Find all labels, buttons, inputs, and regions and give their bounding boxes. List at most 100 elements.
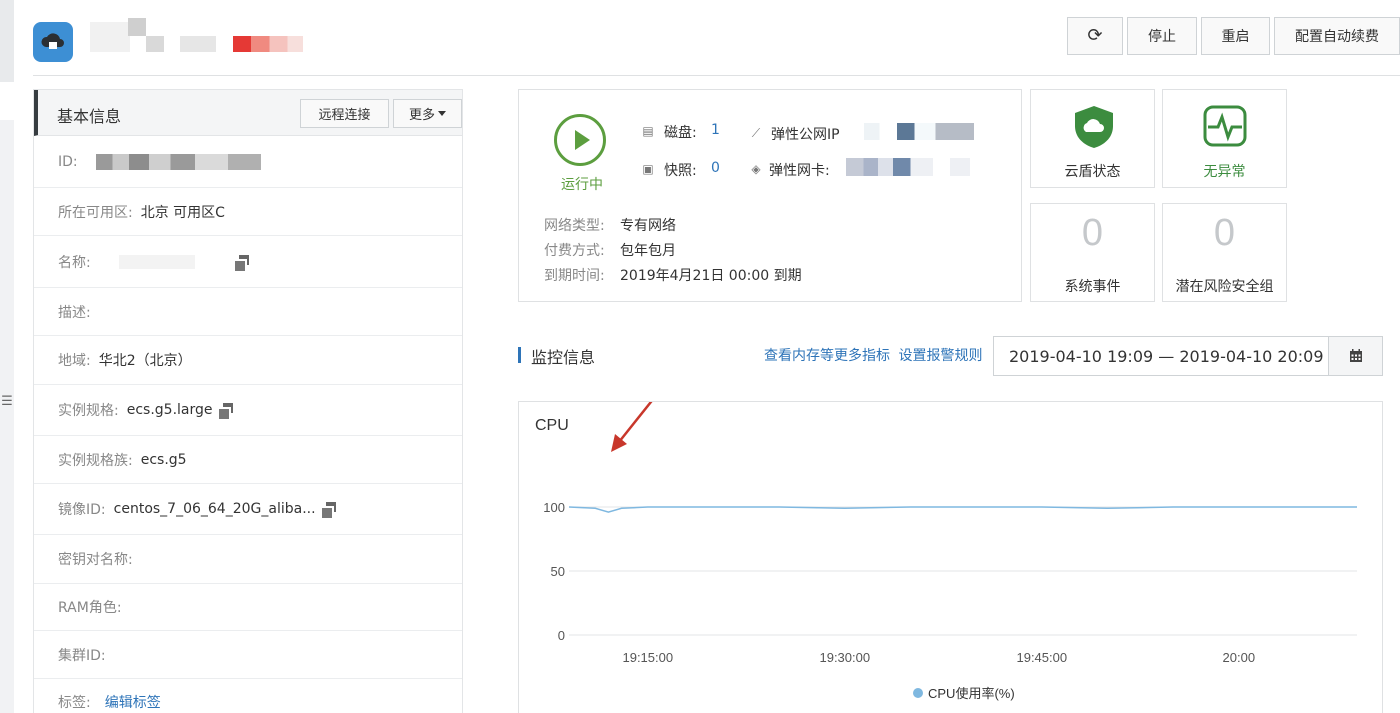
region-label: 地域:: [58, 353, 91, 369]
copy-icon[interactable]: [321, 502, 336, 518]
section-accent-bar: [518, 347, 521, 363]
running-state: 运行中: [561, 177, 603, 193]
annotation-arrow: [611, 367, 679, 452]
redacted-eni: [846, 158, 970, 176]
cloud-shield-label: 云盾状态: [1064, 164, 1121, 180]
image-id-label: 镜像ID:: [58, 502, 106, 518]
anomaly-tile[interactable]: 无异常: [1162, 89, 1287, 188]
network-type-value: 专有网络: [620, 218, 676, 234]
snapshot-count[interactable]: 0: [711, 160, 720, 176]
redacted-status-badge: [233, 36, 303, 52]
status-card: 运行中 ▤ 磁盘: 1 ▣ 快照: 0 ⟋ 弹性公网IP ◈ 弹性网卡: 网络类…: [518, 89, 1022, 302]
disk-count[interactable]: 1: [711, 122, 720, 138]
name-label: 名称:: [58, 254, 91, 271]
copy-icon[interactable]: [218, 403, 233, 419]
eip-label: 弹性公网IP: [771, 127, 840, 143]
info-row-description: 描述:: [34, 288, 462, 336]
info-row-ram-role: RAM角色:: [34, 584, 462, 631]
remote-connect-button[interactable]: 远程连接: [300, 99, 389, 128]
copy-icon[interactable]: [234, 254, 249, 271]
info-row-image-id: 镜像ID: centos_7_06_64_20G_aliba...: [34, 484, 462, 535]
legend-marker: [913, 688, 923, 698]
more-label: 更多: [408, 108, 435, 123]
y-tick-label: 100: [543, 500, 565, 515]
snapshot-icon: ▣: [642, 162, 654, 176]
billing-value: 包年包月: [620, 243, 676, 259]
disk-icon: ▤: [642, 124, 654, 138]
disk-label: 磁盘:: [664, 125, 697, 141]
zone-value: 北京 可用区C: [140, 204, 225, 221]
risk-groups-label: 潜在风险安全组: [1175, 279, 1274, 295]
x-tick-label: 19:30:00: [819, 650, 870, 665]
y-tick-label: 0: [558, 628, 565, 643]
calendar-icon: [1349, 349, 1362, 362]
risk-groups-tile[interactable]: 0 潜在风险安全组: [1162, 203, 1287, 302]
date-range-input[interactable]: 2019-04-10 19:09 — 2019-04-10 20:09: [993, 336, 1329, 376]
edit-tags-link[interactable]: 编辑标签: [105, 692, 161, 712]
tags-label: 标签:: [58, 695, 91, 711]
ram-role-label: RAM角色:: [58, 600, 122, 616]
cloud-server-icon: [33, 22, 73, 62]
cloud-shield-tile[interactable]: 云盾状态: [1030, 89, 1155, 188]
left-rail-top: [0, 0, 14, 82]
x-tick-label: 20:00: [1223, 650, 1256, 665]
more-metrics-link[interactable]: 查看内存等更多指标: [764, 348, 890, 364]
network-type-label: 网络类型:: [544, 218, 605, 234]
instance-type-value: ecs.g5.large: [126, 402, 213, 418]
info-row-zone: 所在可用区: 北京 可用区C: [34, 188, 462, 236]
eni-label: 弹性网卡:: [769, 163, 830, 179]
id-label: ID:: [58, 153, 78, 170]
snapshot-label: 快照:: [664, 163, 697, 179]
refresh-icon: ⟳: [1087, 25, 1103, 46]
no-anomaly-label: 无异常: [1203, 164, 1246, 180]
more-dropdown[interactable]: 更多: [393, 99, 462, 128]
caret-down-icon: [438, 111, 446, 116]
instance-type-label: 实例规格:: [58, 403, 119, 419]
basic-info-panel: 基本信息 远程连接 更多 ID: 所在可用区: 北京 可用区C 名称: 描述: …: [33, 89, 463, 713]
x-tick-label: 19:15:00: [622, 650, 673, 665]
monitoring-title: 监控信息: [531, 348, 596, 367]
alarm-rules-link[interactable]: 设置报警规则: [898, 348, 982, 364]
info-row-instance-type: 实例规格: ecs.g5.large: [34, 385, 462, 436]
instance-family-label: 实例规格族:: [58, 452, 133, 469]
redacted-eip: [864, 123, 974, 140]
x-tick-label: 19:45:00: [1016, 650, 1067, 665]
system-events-tile[interactable]: 0 系统事件: [1030, 203, 1155, 302]
calendar-button[interactable]: [1328, 336, 1383, 376]
redacted-name-value: [118, 254, 195, 269]
cluster-id-label: 集群ID:: [58, 647, 106, 664]
restart-button[interactable]: 重启: [1201, 17, 1270, 55]
info-row-instance-family: 实例规格族: ecs.g5: [34, 436, 462, 484]
basic-info-title: 基本信息: [57, 107, 122, 126]
shield-icon: [1075, 106, 1113, 148]
menu-collapse-icon[interactable]: ☰: [0, 392, 14, 412]
redacted-instance-name: [146, 36, 164, 52]
basic-info-header: 基本信息 远程连接 更多: [34, 90, 462, 136]
zone-label: 所在可用区:: [58, 204, 133, 221]
auto-renew-button[interactable]: 配置自动续费: [1274, 17, 1400, 55]
y-tick-label: 50: [551, 564, 565, 579]
info-row-keypair: 密钥对名称:: [34, 535, 462, 584]
info-row-name: 名称:: [34, 236, 462, 288]
refresh-button[interactable]: ⟳: [1067, 17, 1123, 55]
heartbeat-icon: [1203, 105, 1247, 147]
redacted-id-value: [95, 153, 261, 170]
cpu-chart-card: CPU 100 50 0 19:15:00 19:30:00 19:45:00 20:00…: [518, 367, 1383, 713]
region-value: 华北2（北京）: [98, 353, 192, 369]
redacted-instance-name: [180, 36, 216, 52]
risk-groups-count: 0: [1213, 212, 1236, 254]
billing-label: 付费方式:: [544, 243, 605, 259]
cpu-usage-line: [568, 506, 1357, 513]
keypair-label: 密钥对名称:: [58, 552, 133, 568]
left-rail: [0, 120, 14, 713]
monitoring-links: 查看内存等更多指标 设置报警规则: [764, 345, 982, 365]
link-icon: ⟋: [751, 126, 761, 140]
redacted-instance-name: [90, 22, 130, 52]
instance-family-value: ecs.g5: [140, 451, 187, 468]
legend-label: CPU使用率(%): [928, 686, 1015, 701]
info-row-region: 地域: 华北2（北京）: [34, 336, 462, 385]
image-id-value: centos_7_06_64_20G_aliba...: [113, 501, 316, 517]
stop-button[interactable]: 停止: [1127, 17, 1197, 55]
system-events-count: 0: [1081, 212, 1104, 254]
cpu-chart: CPU 100 50 0 19:15:00 19:30:00 19:45:00 20:00…: [535, 367, 1357, 701]
